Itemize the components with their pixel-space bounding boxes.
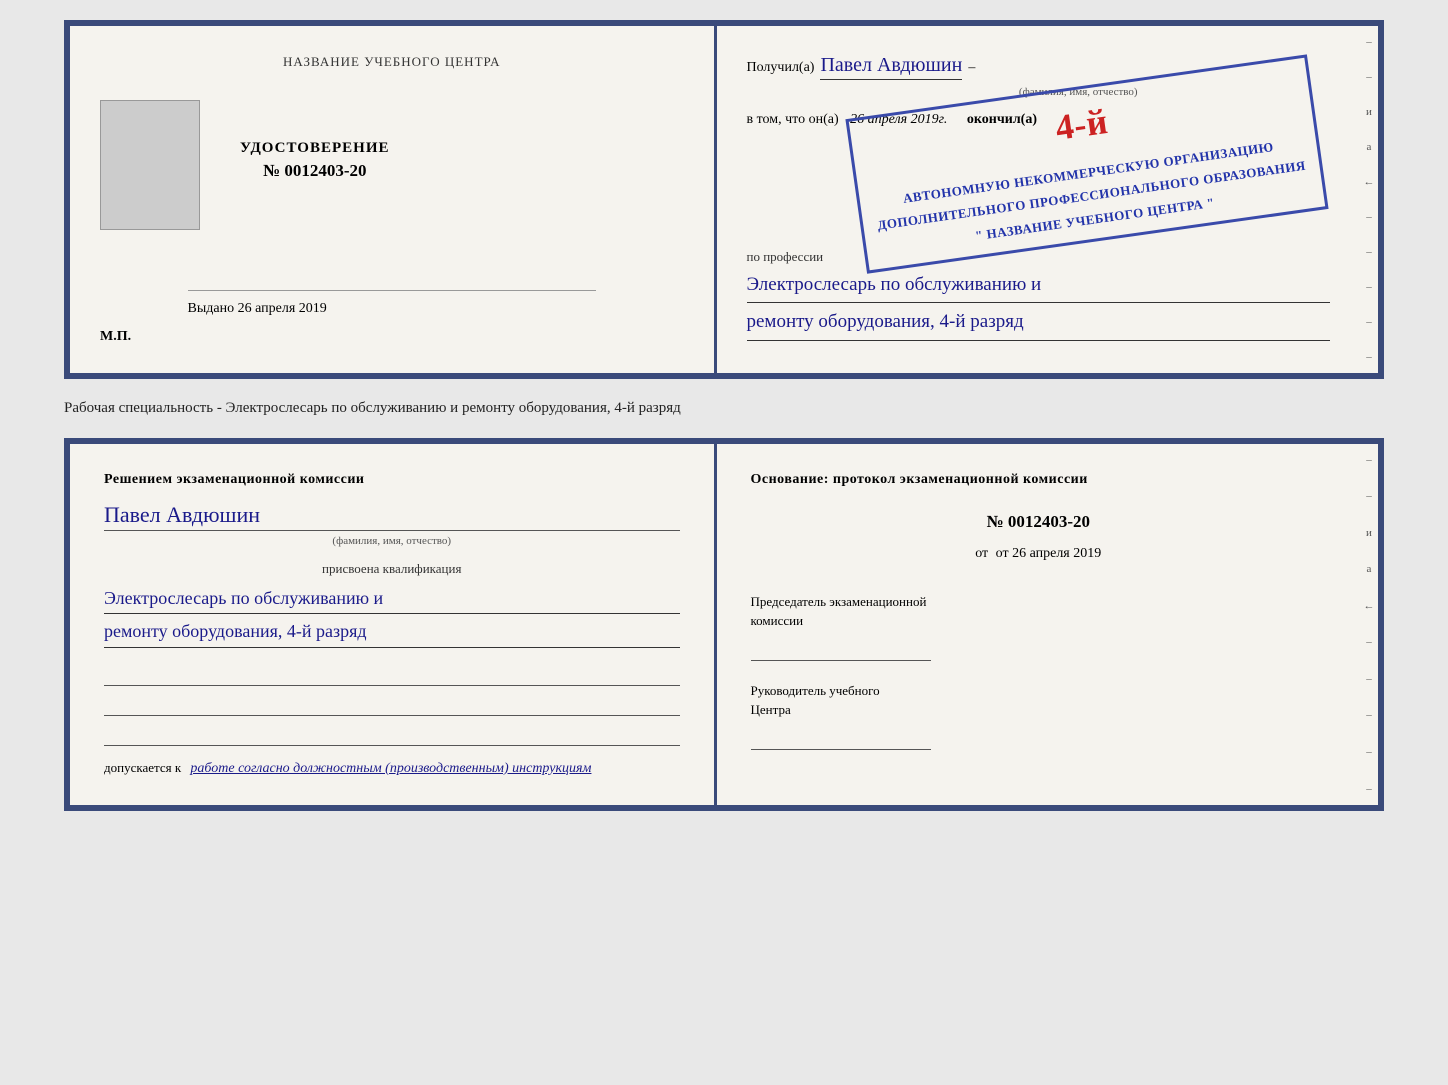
assigned-label: присвоена квалификация (104, 561, 680, 577)
b-side-item-5: – (1360, 709, 1378, 721)
chair-block: Председатель экзаменационной комиссии (751, 592, 1327, 661)
top-right-page: 4-й АВТОНОМНУЮ НЕКОММЕРЧЕСКУЮ ОРГАНИЗАЦИ… (717, 26, 1361, 373)
b-side-item-arrow: ← (1360, 600, 1378, 612)
b-side-item-а: а (1360, 563, 1378, 575)
допускается-block: допускается к работе согласно должностны… (104, 760, 680, 777)
osnov-title: Основание: протокол экзаменационной коми… (751, 472, 1327, 488)
side-bar-right: – – и а ← – – – – – (1360, 26, 1378, 373)
b-side-item-4: – (1360, 673, 1378, 685)
side-item-1: – (1360, 36, 1378, 48)
qual-line2: ремонту оборудования, 4-й разряд (104, 616, 680, 648)
cert-title: НАЗВАНИЕ УЧЕБНОГО ЦЕНТРА (100, 54, 684, 70)
chair-label: Председатель экзаменационной комиссии (751, 592, 1327, 631)
stamp-grade: 4-й (1053, 101, 1110, 148)
cert-label: УДОСТОВЕРЕНИЕ (240, 140, 390, 157)
b-side-item-2: – (1360, 490, 1378, 502)
b-side-item-1: – (1360, 454, 1378, 466)
head-sig-line (751, 726, 931, 750)
side-item-7: – (1360, 351, 1378, 363)
bottom-booklet: Решением экзаменационной комиссии Павел … (64, 438, 1384, 811)
signature-lines (104, 664, 680, 746)
issued-line: Выдано 26 апреля 2019 (188, 290, 596, 317)
b-side-item-6: – (1360, 746, 1378, 758)
protocol-number: № 0012403-20 (751, 512, 1327, 532)
sig-line-3 (104, 724, 680, 746)
cert-number-block: УДОСТОВЕРЕНИЕ № 0012403-20 (240, 140, 390, 181)
допускается-value: работе согласно должностным (производств… (190, 761, 591, 776)
received-prefix: Получил(а) (747, 60, 815, 76)
vtom-text: в том, что он(а) (747, 112, 839, 127)
side-item-3: – (1360, 211, 1378, 223)
side-item-и: и (1360, 106, 1378, 118)
bottom-name: Павел Авдюшин (104, 502, 680, 531)
ot-text: от 26 апреля 2019 (996, 546, 1102, 561)
b-side-item-3: – (1360, 636, 1378, 648)
sig-line-2 (104, 694, 680, 716)
profession-label: по профессии (747, 249, 824, 264)
dash: – (968, 60, 975, 76)
top-left-page: НАЗВАНИЕ УЧЕБНОГО ЦЕНТРА УДОСТОВЕРЕНИЕ №… (70, 26, 717, 373)
org-block: АВТОНОМНУЮ НЕКОММЕРЧЕСКУЮ ОРГАНИЗАЦИЮ ДО… (872, 131, 1310, 261)
mp-label: М.П. (100, 329, 684, 345)
bottom-left-page: Решением экзаменационной комиссии Павел … (70, 444, 717, 805)
profession-line2: ремонту оборудования, 4-й разряд (747, 307, 1331, 340)
issued-text: Выдано 26 апреля 2019 (188, 301, 327, 316)
cert-number: № 0012403-20 (240, 161, 390, 181)
profession-line1: Электрослесарь по обслуживанию и (747, 270, 1331, 303)
bottom-right-page: Основание: протокол экзаменационной коми… (717, 444, 1361, 805)
head-block: Руководитель учебного Центра (751, 681, 1327, 750)
side-item-6: – (1360, 316, 1378, 328)
top-booklet: НАЗВАНИЕ УЧЕБНОГО ЦЕНТРА УДОСТОВЕРЕНИЕ №… (64, 20, 1384, 379)
sig-line-1 (104, 664, 680, 686)
chair-label2: комиссии (751, 613, 804, 628)
b-side-item-7: – (1360, 783, 1378, 795)
ot-prefix: от (975, 546, 988, 561)
fio-label-bottom: (фамилия, имя, отчество) (104, 535, 680, 547)
side-item-5: – (1360, 281, 1378, 293)
head-label2: Центра (751, 702, 791, 717)
bottom-side-bar-right: – – и а ← – – – – – (1360, 444, 1378, 805)
caption-text: Рабочая специальность - Электрослесарь п… (64, 400, 681, 416)
qual-line1: Электрослесарь по обслуживанию и (104, 583, 680, 615)
photo-placeholder (100, 100, 200, 230)
chair-sig-line (751, 637, 931, 661)
допускается-prefix: допускается к (104, 760, 181, 775)
chair-label1: Председатель экзаменационной (751, 594, 927, 609)
decision-title: Решением экзаменационной комиссии (104, 472, 680, 488)
side-item-arrow: ← (1360, 176, 1378, 188)
profession-block: по профессии Электрослесарь по обслужива… (747, 248, 1331, 341)
head-label1: Руководитель учебного (751, 683, 880, 698)
caption-line: Рабочая специальность - Электрослесарь п… (64, 397, 1384, 420)
side-item-4: – (1360, 246, 1378, 258)
received-name: Павел Авдюшин (820, 54, 962, 80)
ot-line: от от 26 апреля 2019 (751, 546, 1327, 562)
head-label: Руководитель учебного Центра (751, 681, 1327, 720)
b-side-item-и: и (1360, 527, 1378, 539)
side-item-а: а (1360, 141, 1378, 153)
side-item-2: – (1360, 71, 1378, 83)
